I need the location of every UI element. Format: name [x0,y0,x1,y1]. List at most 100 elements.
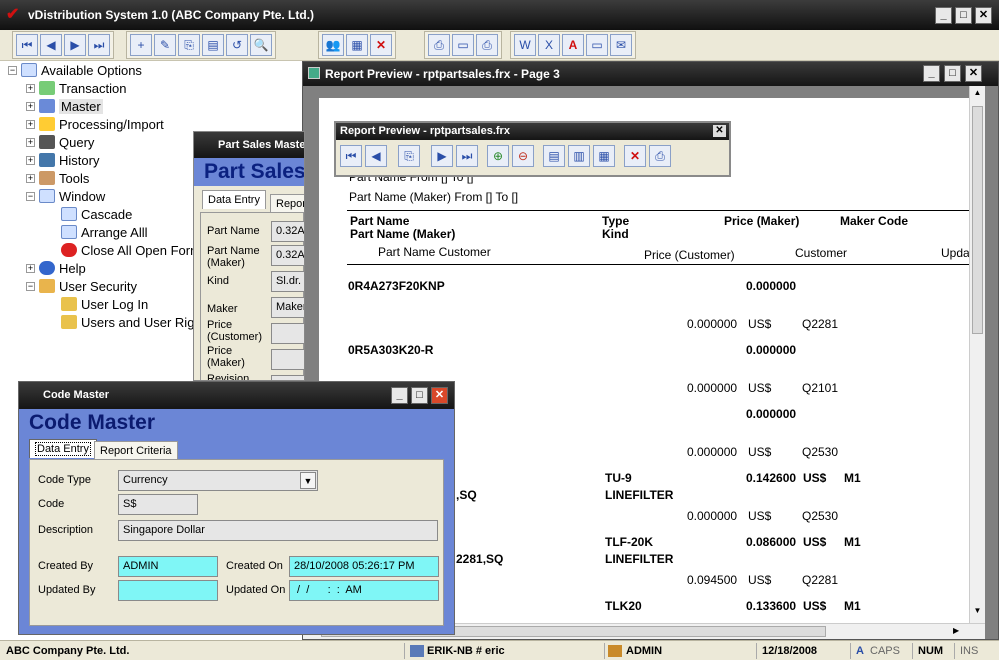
collapse-icon[interactable]: − [26,191,35,201]
close-circle-icon [61,243,77,257]
users-button[interactable]: 👥 [322,34,344,56]
tree-item-window[interactable]: − Window [26,187,105,205]
code-field[interactable]: S$ [118,494,198,515]
find-button[interactable]: 🔍 [250,34,272,56]
save-button[interactable]: ▤ [202,34,224,56]
word-export-button[interactable]: W [514,34,536,56]
tab-report-criteria[interactable]: Report Criteria [94,441,178,460]
expand-icon[interactable]: + [26,137,35,147]
expand-icon[interactable]: + [26,173,35,183]
price-customer-field[interactable] [271,323,304,344]
print-report-button[interactable]: ⎙ [649,145,671,167]
last-record-button[interactable]: ⏭ [88,34,110,56]
report-maximize-button[interactable]: □ [944,65,961,82]
code-master-close-button[interactable]: ✕ [431,387,448,404]
expand-icon[interactable]: + [26,83,35,93]
maximize-button[interactable]: □ [955,7,972,24]
binoculars-icon [39,135,55,149]
copy-button[interactable]: ⎘ [178,34,200,56]
code-master-titlebar: Code Master _ □ ✕ [19,382,454,409]
updated-on-label: Updated On [226,584,286,596]
report-toolbar-close-button[interactable]: ✕ [713,125,726,137]
code-master-minimize-button[interactable]: _ [391,387,408,404]
chevron-down-icon[interactable]: ▼ [300,472,316,489]
tree-item-help[interactable]: + Help [26,259,86,277]
report-icon [308,67,320,79]
delete-button[interactable]: ✕ [370,34,392,56]
divider [347,264,969,265]
tree-item-history[interactable]: + History [26,151,99,169]
zoom-in-button[interactable]: ⊕ [487,145,509,167]
code-master-maximize-button[interactable]: □ [411,387,428,404]
part-name-field[interactable]: 0.32A [271,221,304,242]
tree-item-transaction[interactable]: + Transaction [26,79,126,97]
part-sales-tab-report[interactable]: Repor [270,194,304,213]
zoom-out-button[interactable]: ⊖ [512,145,534,167]
two-page-button[interactable]: ▥ [568,145,590,167]
part-name-maker-field[interactable]: 0.32A [271,245,304,266]
code-type-label: Code Type [38,474,92,486]
tree-item-user-rights[interactable]: Users and User Rights [61,313,212,331]
pdf-export-button[interactable]: A [562,34,584,56]
maker-field[interactable]: Maker [271,297,304,318]
tree-item-user-security[interactable]: − User Security [26,277,137,295]
tree-item-cascade[interactable]: Cascade [61,205,132,223]
one-page-button[interactable]: ▤ [543,145,565,167]
print-setup-button[interactable]: ⎙ [476,34,498,56]
report-cell: M1 [844,535,861,549]
report-minimize-button[interactable]: _ [923,65,940,82]
status-machine: ERIK-NB # eric [427,645,505,657]
edit-button[interactable]: ✎ [154,34,176,56]
properties-button[interactable]: ▦ [346,34,368,56]
tree-item-tools[interactable]: + Tools [26,169,89,187]
arrange-icon [61,225,77,239]
vertical-scrollbar[interactable]: ▲ ▼ [969,86,985,627]
preview-button[interactable]: ▭ [452,34,474,56]
four-page-button[interactable]: ▦ [593,145,615,167]
part-sales-tab-data-entry[interactable]: Data Entry [202,190,266,209]
scroll-thumb[interactable] [972,106,983,334]
kind-field[interactable]: Sl.dr. [271,271,304,292]
excel-export-button[interactable]: X [538,34,560,56]
first-page-button[interactable]: ⏮ [340,145,362,167]
report-close-button[interactable]: ✕ [965,65,982,82]
email-button[interactable]: ✉ [610,34,632,56]
minimize-button[interactable]: _ [935,7,952,24]
tree-item-processing[interactable]: + Processing/Import [26,115,164,133]
tree-item-master[interactable]: + Master [26,97,103,115]
expand-icon[interactable]: + [26,263,35,273]
close-button[interactable]: ✕ [975,7,992,24]
app-logo-icon: ✔ [6,6,20,23]
expand-icon[interactable]: + [26,101,35,111]
next-record-button[interactable]: ▶ [64,34,86,56]
scroll-right-icon[interactable]: ▶ [953,626,959,635]
tree-root[interactable]: − Available Options [8,61,142,79]
description-field[interactable]: Singapore Dollar [118,520,438,541]
code-type-select[interactable]: Currency ▼ [118,470,318,491]
collapse-icon[interactable]: − [26,281,35,291]
tree-item-arrange[interactable]: Arrange Alll [61,223,147,241]
close-preview-button[interactable]: ✕ [624,145,646,167]
tree-item-query[interactable]: + Query [26,133,94,151]
html-export-button[interactable]: ▭ [586,34,608,56]
goto-page-button[interactable]: ⎘ [398,145,420,167]
expand-icon[interactable]: + [26,155,35,165]
scroll-down-icon[interactable]: ▼ [972,606,983,618]
print-button[interactable]: ⎙ [428,34,450,56]
tree-item-close-all[interactable]: Close All Open Forms [61,241,207,259]
prev-page-button[interactable]: ◀ [365,145,387,167]
next-page-button[interactable]: ▶ [431,145,453,167]
scroll-up-icon[interactable]: ▲ [972,88,983,100]
updated-by-label: Updated By [38,584,96,596]
kind-label: Kind [207,275,230,287]
expand-icon[interactable]: + [26,119,35,129]
tree-item-user-log-in[interactable]: User Log In [61,295,148,313]
undo-button[interactable]: ↺ [226,34,248,56]
prev-record-button[interactable]: ◀ [40,34,62,56]
tab-data-entry[interactable]: Data Entry [29,439,97,458]
first-record-button[interactable]: ⏮ [16,34,38,56]
last-page-button[interactable]: ⏭ [456,145,478,167]
price-maker-field[interactable] [271,349,304,370]
collapse-icon[interactable]: − [8,65,17,75]
new-button[interactable]: + [130,34,152,56]
